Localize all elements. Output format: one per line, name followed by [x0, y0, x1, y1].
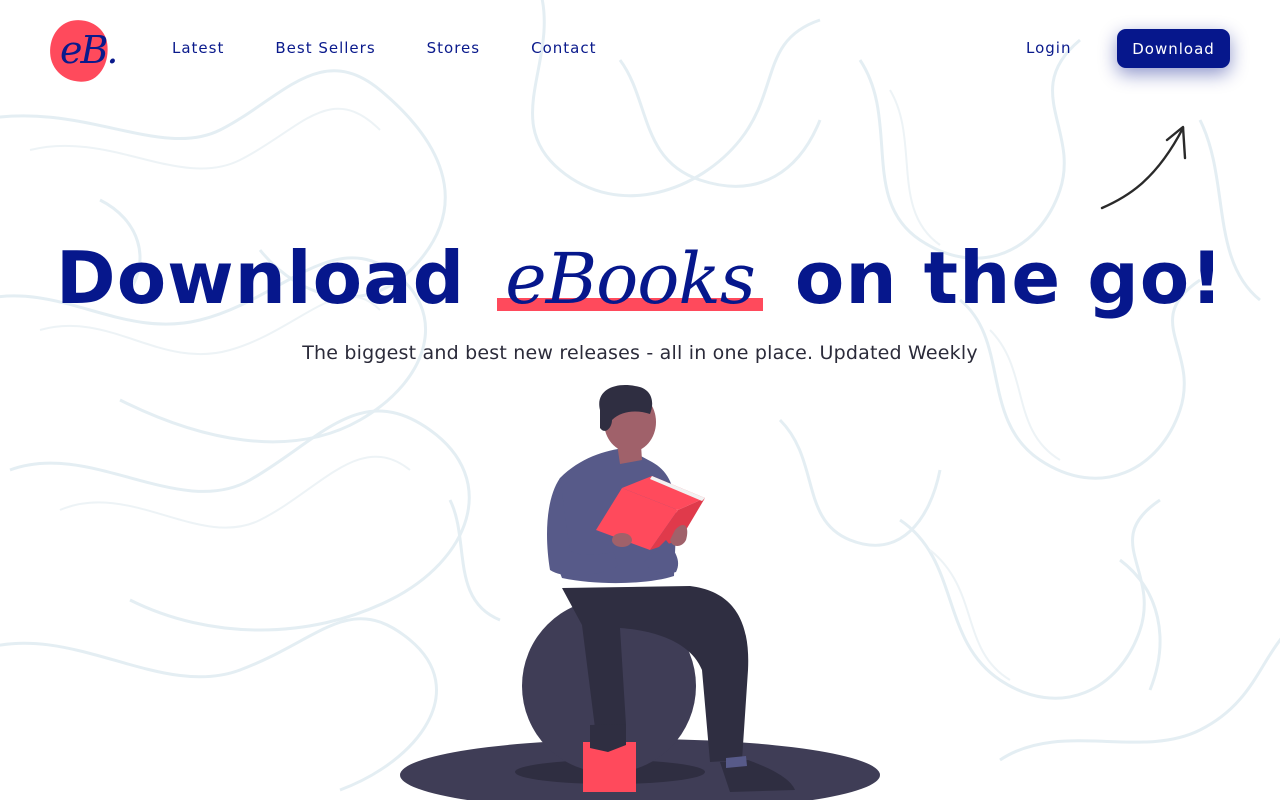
main-nav: Latest Best Sellers Stores Contact — [172, 38, 647, 58]
hero-title: Download eBooks on the go! — [0, 232, 1280, 325]
hero-subtitle: The biggest and best new releases - all … — [302, 342, 978, 364]
logo[interactable]: eB. — [45, 16, 126, 86]
nav-link-contact[interactable]: Contact — [531, 38, 596, 58]
nav-link-stores[interactable]: Stores — [427, 38, 480, 58]
person-reading-book-illustration — [400, 385, 880, 800]
nav-link-latest[interactable]: Latest — [172, 38, 224, 58]
hand-drawn-arrow-icon — [1100, 125, 1187, 210]
hero-title-after: on the go! — [794, 236, 1225, 320]
landing-page: eB. Latest Best Sellers Stores Contact L… — [0, 0, 1280, 800]
login-link[interactable]: Login — [1026, 38, 1071, 58]
hero-title-accent: eBooks — [505, 238, 755, 320]
hero-title-accent-wrap: eBooks — [497, 232, 763, 325]
hero-title-before: Download — [55, 236, 466, 320]
nav-link-best-sellers[interactable]: Best Sellers — [275, 38, 375, 58]
logo-text: eB. — [60, 28, 118, 72]
download-button[interactable]: Download — [1117, 29, 1230, 68]
